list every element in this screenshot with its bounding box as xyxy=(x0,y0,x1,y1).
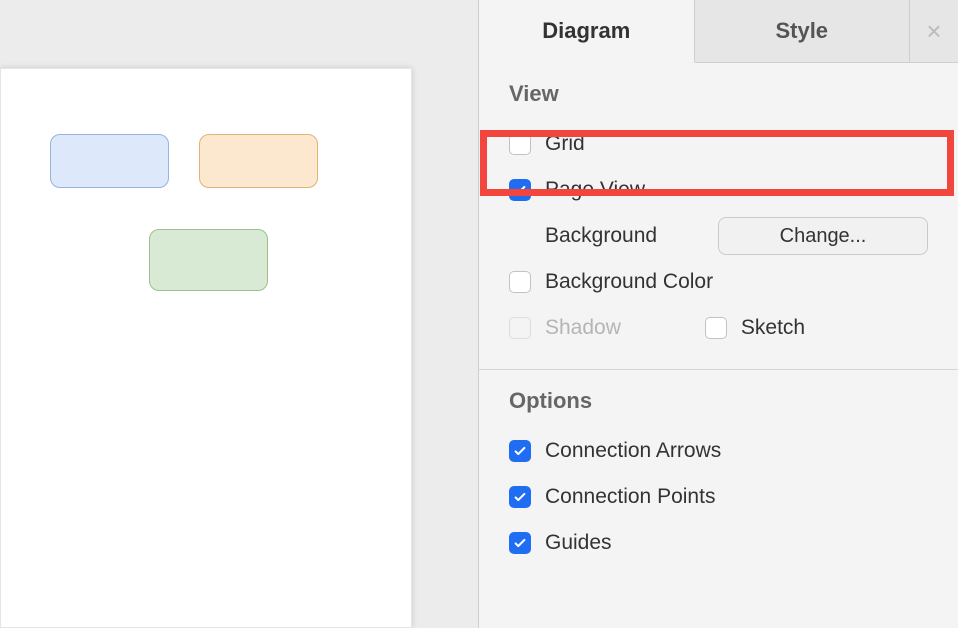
grid-label: Grid xyxy=(545,132,585,156)
guides-checkbox[interactable] xyxy=(509,532,531,554)
shadow-sketch-row: Shadow Sketch xyxy=(509,305,928,351)
background-color-row: Background Color xyxy=(509,259,928,305)
canvas-shape-blue[interactable] xyxy=(50,134,169,188)
shadow-group: Shadow xyxy=(509,316,621,340)
grid-checkbox[interactable] xyxy=(509,133,531,155)
close-icon: × xyxy=(926,16,941,47)
view-section: View Grid Page View Background xyxy=(479,63,958,370)
background-row: Background Change... xyxy=(509,213,928,259)
background-change-button[interactable]: Change... xyxy=(718,217,928,255)
canvas-shape-orange[interactable] xyxy=(199,134,318,188)
connection-points-checkbox[interactable] xyxy=(509,486,531,508)
options-section-title: Options xyxy=(509,388,928,414)
connection-points-row: Connection Points xyxy=(509,474,928,520)
right-panel: Diagram Style × View Grid xyxy=(478,0,958,628)
app-root: Diagram Style × View Grid xyxy=(0,0,958,628)
connection-arrows-label: Connection Arrows xyxy=(545,439,721,463)
connection-points-label: Connection Points xyxy=(545,485,715,509)
connection-arrows-checkbox[interactable] xyxy=(509,440,531,462)
sketch-group: Sketch xyxy=(705,316,805,340)
panel-close-button[interactable]: × xyxy=(910,0,958,63)
page-view-checkbox[interactable] xyxy=(509,179,531,201)
page-view-label: Page View xyxy=(545,178,645,202)
guides-row: Guides xyxy=(509,520,928,566)
connection-arrows-row: Connection Arrows xyxy=(509,428,928,474)
canvas-area[interactable] xyxy=(0,0,478,628)
background-color-label: Background Color xyxy=(545,270,713,294)
view-section-title: View xyxy=(509,81,928,107)
options-section: Options Connection Arrows Connection Poi… xyxy=(479,370,958,584)
grid-row: Grid xyxy=(509,121,928,167)
sketch-checkbox[interactable] xyxy=(705,317,727,339)
background-color-checkbox[interactable] xyxy=(509,271,531,293)
tab-style[interactable]: Style xyxy=(695,0,911,63)
panel-body: View Grid Page View Background xyxy=(479,63,958,628)
guides-label: Guides xyxy=(545,531,612,555)
canvas-shape-green[interactable] xyxy=(149,229,268,291)
shadow-checkbox xyxy=(509,317,531,339)
tab-diagram[interactable]: Diagram xyxy=(479,0,695,63)
sketch-label: Sketch xyxy=(741,316,805,340)
page-view-row: Page View xyxy=(509,167,928,213)
panel-tabs: Diagram Style × xyxy=(479,0,958,63)
background-label: Background xyxy=(545,224,657,248)
canvas-page[interactable] xyxy=(0,68,412,628)
shadow-label: Shadow xyxy=(545,316,621,340)
